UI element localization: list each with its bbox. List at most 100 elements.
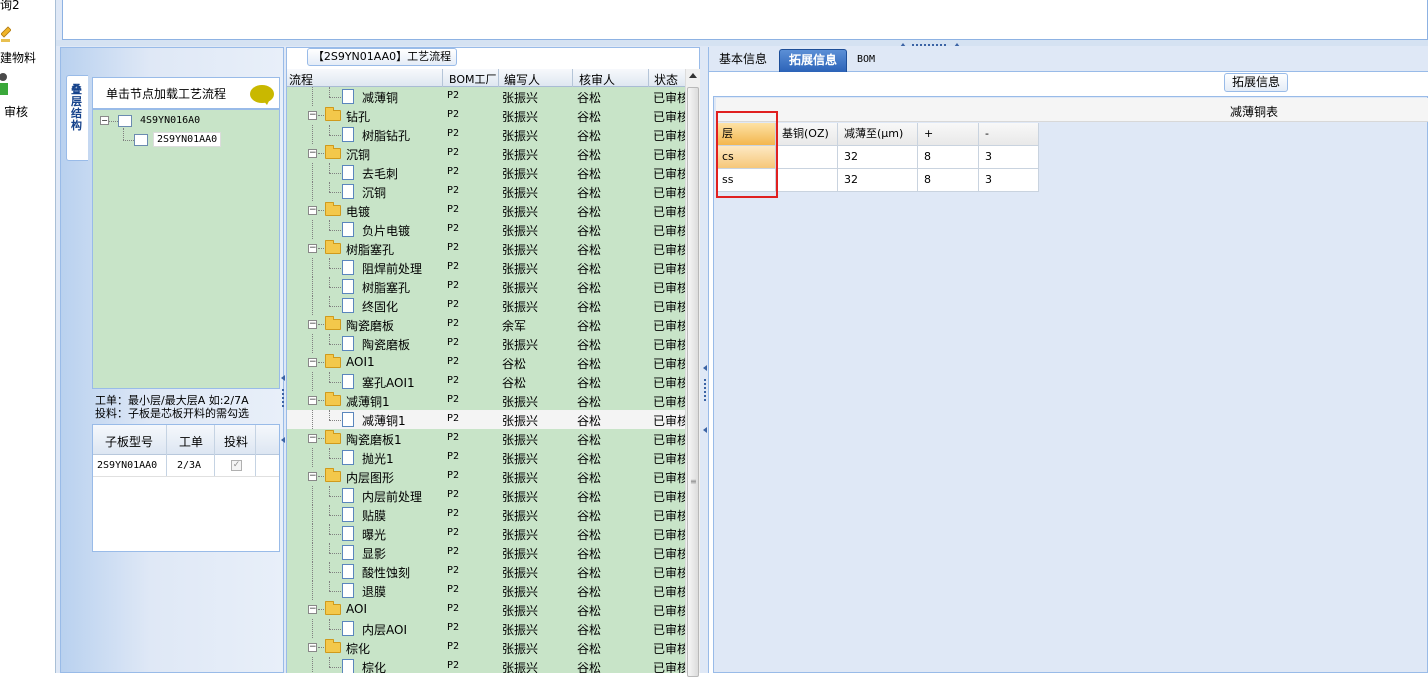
collapse-icon[interactable]: − xyxy=(308,358,317,367)
scroll-up-icon[interactable] xyxy=(689,73,697,78)
scroll-thumb[interactable]: ≡ xyxy=(687,87,699,677)
process-row[interactable]: 抛光1 P2 张振兴 谷松 已审核 xyxy=(287,448,685,467)
col-header-minus[interactable]: - xyxy=(979,123,1039,146)
cell-thin-to[interactable]: 32 xyxy=(838,169,918,192)
status: 已审核 xyxy=(653,376,685,390)
nav-item-create-material[interactable]: 建物料 xyxy=(0,49,56,66)
tab-extended-info[interactable]: 拓展信息 xyxy=(779,49,847,72)
cell-minus[interactable]: 3 xyxy=(979,146,1039,169)
process-row[interactable]: 沉铜 P2 张振兴 谷松 已审核 xyxy=(287,182,685,201)
page-icon xyxy=(342,526,354,541)
process-row[interactable]: − AOI P2 张振兴 谷松 已审核 xyxy=(287,600,685,619)
feed-checkbox[interactable]: ✓ xyxy=(231,460,242,471)
col-header-status[interactable]: 状态 xyxy=(654,71,678,88)
tree-node-root[interactable]: 4S9YN016A0 xyxy=(140,115,200,126)
reviewer: 谷松 xyxy=(577,528,602,542)
process-row[interactable]: 贴膜 P2 张振兴 谷松 已审核 xyxy=(287,505,685,524)
tab-basic-info[interactable]: 基本信息 xyxy=(712,49,774,72)
collapse-icon[interactable]: − xyxy=(308,643,317,652)
process-row[interactable]: 减薄铜 P2 张振兴 谷松 已审核 xyxy=(287,87,685,106)
process-row[interactable]: − 钻孔 P2 张振兴 谷松 已审核 xyxy=(287,106,685,125)
process-row[interactable]: − 内层图形 P2 张振兴 谷松 已审核 xyxy=(287,467,685,486)
process-row[interactable]: 显影 P2 张振兴 谷松 已审核 xyxy=(287,543,685,562)
cell-minus[interactable]: 3 xyxy=(979,169,1039,192)
col-header-flow[interactable]: 流程 xyxy=(289,71,313,88)
tab-stack-structure[interactable]: 叠层结构 xyxy=(66,75,88,161)
reviewer: 谷松 xyxy=(577,509,602,523)
collapse-left-icon[interactable] xyxy=(281,375,285,445)
cell-base-copper[interactable] xyxy=(776,169,838,192)
bom-factory: P2 xyxy=(447,622,460,633)
process-row[interactable]: 树脂钻孔 P2 张振兴 谷松 已审核 xyxy=(287,125,685,144)
header-feed[interactable]: 投料 xyxy=(224,433,248,450)
process-row[interactable]: − 树脂塞孔 P2 张振兴 谷松 已审核 xyxy=(287,239,685,258)
process-row[interactable]: − 减薄铜1 P2 张振兴 谷松 已审核 xyxy=(287,391,685,410)
reviewer: 谷松 xyxy=(577,110,602,124)
process-step-name: 电镀 xyxy=(346,205,371,219)
process-row[interactable]: 酸性蚀刻 P2 张振兴 谷松 已审核 xyxy=(287,562,685,581)
bom-factory: P2 xyxy=(447,432,460,443)
cell-base-copper[interactable] xyxy=(776,146,838,169)
tree-node-child[interactable]: 2S9YN01AA0 xyxy=(153,132,222,147)
note-line-2: 投料：子板是芯板开料的需勾选 xyxy=(95,407,249,420)
collapse-icon[interactable]: − xyxy=(308,605,317,614)
bom-factory: P2 xyxy=(447,641,460,652)
process-row[interactable]: 阻焊前处理 P2 张振兴 谷松 已审核 xyxy=(287,258,685,277)
process-row[interactable]: 陶瓷磨板 P2 张振兴 谷松 已审核 xyxy=(287,334,685,353)
process-row[interactable]: 塞孔AOI1 P2 谷松 谷松 已审核 xyxy=(287,372,685,391)
table-row[interactable]: 2S9YN01AA0 2/3A ✓ xyxy=(93,455,279,477)
collapse-icon[interactable]: − xyxy=(308,320,317,329)
process-row[interactable]: 树脂塞孔 P2 张振兴 谷松 已审核 xyxy=(287,277,685,296)
process-row[interactable]: − 棕化 P2 张振兴 谷松 已审核 xyxy=(287,638,685,657)
header-order[interactable]: 工单 xyxy=(179,433,203,450)
process-row[interactable]: 退膜 P2 张振兴 谷松 已审核 xyxy=(287,581,685,600)
process-step-name: 陶瓷磨板 xyxy=(346,319,395,333)
collapse-icon[interactable]: − xyxy=(100,116,109,125)
cell-thin-to[interactable]: 32 xyxy=(838,146,918,169)
col-header-bom[interactable]: BOM工厂 xyxy=(449,71,497,87)
status: 已审核 xyxy=(653,433,685,447)
bom-factory: P2 xyxy=(447,565,460,576)
author: 张振兴 xyxy=(502,471,539,485)
process-row[interactable]: 棕化 P2 张振兴 谷松 已审核 xyxy=(287,657,685,673)
collapse-icon[interactable]: − xyxy=(308,434,317,443)
folder-icon xyxy=(325,354,341,368)
status: 已审核 xyxy=(653,661,685,673)
cell-plus[interactable]: 8 xyxy=(918,146,979,169)
col-header-author[interactable]: 编写人 xyxy=(504,71,540,88)
tab-bom[interactable]: BOM xyxy=(851,49,881,72)
collapse-icon[interactable]: − xyxy=(308,472,317,481)
nav-item-review[interactable]: 审核 xyxy=(4,103,60,120)
process-row[interactable]: 负片电镀 P2 张振兴 谷松 已审核 xyxy=(287,220,685,239)
status: 已审核 xyxy=(653,281,685,295)
collapse-icon[interactable]: − xyxy=(308,244,317,253)
cell-plus[interactable]: 8 xyxy=(918,169,979,192)
collapse-icon[interactable]: − xyxy=(308,149,317,158)
process-row[interactable]: − 沉铜 P2 张振兴 谷松 已审核 xyxy=(287,144,685,163)
process-row[interactable]: − 陶瓷磨板1 P2 张振兴 谷松 已审核 xyxy=(287,429,685,448)
col-header-plus[interactable]: + xyxy=(918,123,979,146)
process-step-name: 内层AOI xyxy=(362,623,407,637)
process-row[interactable]: 内层前处理 P2 张振兴 谷松 已审核 xyxy=(287,486,685,505)
process-row[interactable]: − AOI1 P2 谷松 谷松 已审核 xyxy=(287,353,685,372)
process-row[interactable]: 去毛刺 P2 张振兴 谷松 已审核 xyxy=(287,163,685,182)
col-header-thin-to[interactable]: 减薄至(μm) xyxy=(838,123,918,146)
collapse-icon[interactable]: − xyxy=(308,206,317,215)
process-row[interactable]: 内层AOI P2 张振兴 谷松 已审核 xyxy=(287,619,685,638)
col-header-reviewer[interactable]: 核审人 xyxy=(579,71,615,88)
collapse-icon[interactable]: − xyxy=(308,111,317,120)
folder-icon xyxy=(325,316,341,330)
process-row[interactable]: − 陶瓷磨板 P2 余军 谷松 已审核 xyxy=(287,315,685,334)
reviewer: 谷松 xyxy=(577,452,602,466)
nav-item-query[interactable]: 询2 xyxy=(0,0,56,13)
process-row[interactable]: 曝光 P2 张振兴 谷松 已审核 xyxy=(287,524,685,543)
vertical-tab-label: 叠层结构 xyxy=(71,83,82,132)
collapse-icon[interactable]: − xyxy=(308,396,317,405)
process-scrollbar[interactable]: ≡ xyxy=(685,69,700,677)
process-row[interactable]: − 电镀 P2 张振兴 谷松 已审核 xyxy=(287,201,685,220)
header-model[interactable]: 子板型号 xyxy=(105,433,153,450)
reviewer: 谷松 xyxy=(577,186,602,200)
process-row[interactable]: 终固化 P2 张振兴 谷松 已审核 xyxy=(287,296,685,315)
col-header-base-copper[interactable]: 基铜(OZ) xyxy=(776,123,838,146)
process-row[interactable]: 减薄铜1 P2 张振兴 谷松 已审核 xyxy=(287,410,685,429)
